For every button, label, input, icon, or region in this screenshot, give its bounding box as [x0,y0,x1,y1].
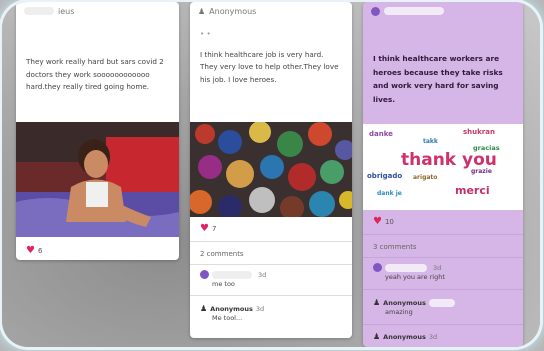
word-cloud-word: shukran [463,128,495,136]
commenter-name: Anonymous [210,304,253,313]
word-cloud-word: obrigado [367,172,403,180]
word-cloud-word: takk [423,138,438,145]
blurred-time [428,298,455,307]
post-dots: • • [200,29,211,38]
post-image [190,122,352,217]
word-cloud-word: grazie [471,168,492,175]
like-count: 6 [37,247,43,255]
divider [190,264,352,265]
comment: ♟ Anonymous 3d Me tool... [200,304,264,322]
comment: ♟ Anonymous 3d [373,332,437,341]
word-cloud-word: merci [455,184,490,197]
user-icon: ♟ [198,6,206,16]
comment-text: yeah you are right [385,273,445,281]
like-button[interactable]: ♥ 7 [200,224,216,234]
post-header: ♟ Anonymous [190,2,352,20]
commenter-name: Anonymous [383,332,426,341]
like-count: 7 [211,225,217,233]
comment-time: 3d [433,263,442,272]
divider [363,257,523,258]
divider [363,324,523,325]
comment-text: Me tool... [212,314,243,322]
post-card-3[interactable]: I think healthcare workers are heroes be… [363,2,523,347]
comments-count[interactable]: 2 comments [200,250,244,258]
comment-text: me too [212,280,235,288]
author-name: Anonymous [209,6,257,16]
post-card-1[interactable]: ieus They work really hard but sars covi… [16,2,179,260]
heart-icon: ♥ [26,245,35,256]
post-header [363,2,523,20]
blurred-commenter [385,263,427,272]
divider [190,295,352,296]
post-text: I think healthcare workers are heroes be… [373,54,503,104]
post-card-2[interactable]: ♟ Anonymous • • I think healthcare job i… [190,2,352,338]
word-cloud-word: thank you [401,150,497,170]
avatar [373,263,382,272]
screenshot-frame: ieus They work really hard but sars covi… [2,2,540,347]
word-cloud-word: danke [369,130,393,138]
blurred-author [24,7,54,15]
like-button[interactable]: ♥ 6 [26,246,42,256]
commenter-name: Anonymous [383,298,426,307]
comment-time: 3d [258,270,267,279]
comment: 3d yeah you are right [373,263,445,281]
avatar [200,270,209,279]
comments-count[interactable]: 3 comments [373,243,417,251]
heart-icon: ♥ [200,223,209,234]
post-text: I think healthcare job is very hard. The… [200,49,339,84]
comment: ♟ Anonymous amazing [373,298,455,316]
avatar [371,6,380,16]
comment-time: 3d [255,304,265,313]
user-icon: ♟ [373,332,381,341]
like-button[interactable]: ♥ 10 [373,217,394,227]
divider [363,234,523,235]
heart-icon: ♥ [373,216,382,227]
user-icon: ♟ [200,304,208,313]
comment-time: 3d [428,332,438,341]
divider [363,289,523,290]
post-header: ieus [16,2,179,20]
word-cloud-word: arigato [413,174,438,181]
user-icon: ♟ [373,298,381,307]
blurred-commenter [212,270,252,279]
divider [190,241,352,242]
like-count: 10 [384,218,394,226]
post-image [16,122,179,237]
comment: 3d me too [200,270,266,288]
post-image: danke shukran takk gracias thank you obr… [363,124,523,210]
comment-text: amazing [385,308,413,316]
post-text: They work really hard but sars covid 2 d… [26,57,164,91]
word-cloud-word: dank je [377,190,402,197]
blurred-author [384,7,444,15]
author-name: ieus [58,6,75,16]
